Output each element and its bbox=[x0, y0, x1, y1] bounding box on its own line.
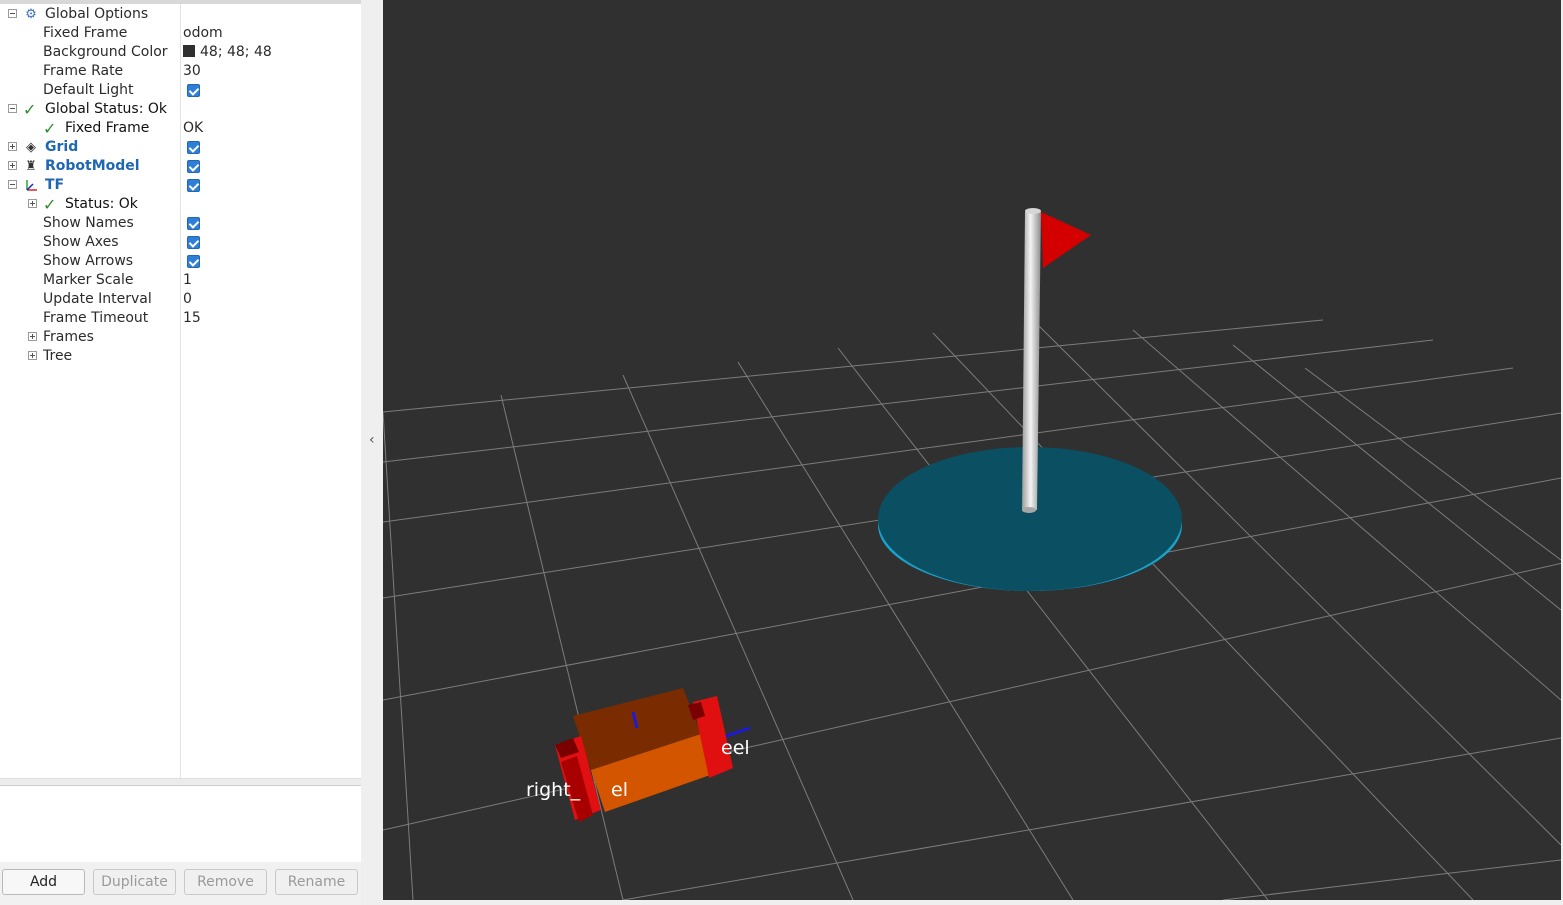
status-fixed-frame-label: Fixed Frame bbox=[65, 120, 150, 136]
displays-panel: ⚙ Global Options Fixed Frame odom Backgr… bbox=[0, 0, 361, 905]
frame-label-right-wheel-tail: el bbox=[611, 779, 628, 801]
background-color-text: 48; 48; 48 bbox=[200, 44, 272, 60]
color-swatch bbox=[183, 45, 195, 57]
tf-enabled-checkbox[interactable] bbox=[187, 179, 200, 192]
update-interval-label: Update Interval bbox=[43, 291, 152, 307]
tree-row-tf-status[interactable]: ✓ Status: Ok bbox=[0, 195, 361, 214]
expand-icon[interactable] bbox=[28, 199, 37, 208]
tree-row-fixed-frame[interactable]: Fixed Frame odom bbox=[0, 24, 361, 43]
frame-timeout-value[interactable]: 15 bbox=[183, 309, 201, 328]
frames-label: Frames bbox=[43, 329, 94, 345]
frame-rate-label: Frame Rate bbox=[43, 63, 124, 79]
tree-row-tf[interactable]: TF bbox=[0, 176, 361, 195]
robot-model-enabled-checkbox[interactable] bbox=[187, 160, 200, 173]
gear-icon: ⚙ bbox=[25, 7, 37, 22]
marker-scale-label: Marker Scale bbox=[43, 272, 134, 288]
add-button[interactable]: Add bbox=[2, 869, 85, 895]
expand-icon[interactable] bbox=[8, 142, 17, 151]
background-color-value[interactable]: 48; 48; 48 bbox=[183, 43, 272, 62]
tree-row-frame-timeout[interactable]: Frame Timeout 15 bbox=[0, 309, 361, 328]
tree-row-show-arrows[interactable]: Show Arrows bbox=[0, 252, 361, 271]
grid-display-label: Grid bbox=[45, 139, 79, 155]
tf-status-label: Status: Ok bbox=[65, 196, 138, 212]
tree-row-background-color[interactable]: Background Color 48; 48; 48 bbox=[0, 43, 361, 62]
robot-model-display-label: RobotModel bbox=[45, 158, 140, 174]
tree-row-marker-scale[interactable]: Marker Scale 1 bbox=[0, 271, 361, 290]
chevron-left-icon[interactable]: ‹ bbox=[369, 432, 375, 448]
vertical-splitter[interactable] bbox=[361, 0, 383, 905]
expand-icon[interactable] bbox=[28, 351, 37, 360]
frame-timeout-label: Frame Timeout bbox=[43, 310, 149, 326]
scene-render bbox=[383, 208, 1561, 900]
grid-lines bbox=[383, 319, 1561, 900]
3d-viewport[interactable]: right_ el eel bbox=[383, 0, 1561, 900]
tree-row-robot-model[interactable]: ♜ RobotModel bbox=[0, 157, 361, 176]
tree-row-global-options[interactable]: ⚙ Global Options bbox=[0, 5, 361, 24]
remove-button[interactable]: Remove bbox=[184, 869, 267, 895]
check-icon: ✓ bbox=[23, 100, 37, 119]
tree-row-show-axes[interactable]: Show Axes bbox=[0, 233, 361, 252]
axes-icon bbox=[23, 176, 39, 195]
background-color-label: Background Color bbox=[43, 44, 168, 60]
tree-row-status-fixed-frame[interactable]: ✓ Fixed Frame OK bbox=[0, 119, 361, 138]
rename-button[interactable]: Rename bbox=[275, 869, 358, 895]
tree-row-show-names[interactable]: Show Names bbox=[0, 214, 361, 233]
check-icon: ✓ bbox=[43, 119, 57, 138]
panel-splitter[interactable] bbox=[0, 778, 361, 786]
collapse-icon[interactable] bbox=[8, 104, 17, 113]
update-interval-value[interactable]: 0 bbox=[183, 290, 192, 309]
show-names-checkbox[interactable] bbox=[187, 217, 200, 230]
show-axes-checkbox[interactable] bbox=[187, 236, 200, 249]
show-names-label: Show Names bbox=[43, 215, 134, 231]
expand-icon[interactable] bbox=[8, 161, 17, 170]
fixed-frame-value[interactable]: odom bbox=[183, 24, 223, 43]
description-area bbox=[0, 786, 361, 862]
tree-row-frames[interactable]: Frames bbox=[0, 328, 361, 347]
frame-label-right-wheel: right_ bbox=[526, 779, 581, 801]
fixed-frame-label: Fixed Frame bbox=[43, 25, 128, 41]
default-light-label: Default Light bbox=[43, 82, 134, 98]
tree-row-grid[interactable]: ◈ Grid bbox=[0, 138, 361, 157]
check-icon: ✓ bbox=[43, 195, 57, 214]
frame-label-left-wheel: eel bbox=[721, 737, 750, 759]
displays-tree: ⚙ Global Options Fixed Frame odom Backgr… bbox=[0, 0, 361, 778]
expand-icon[interactable] bbox=[28, 332, 37, 341]
tree-row-frame-rate[interactable]: Frame Rate 30 bbox=[0, 62, 361, 81]
robot-icon: ♜ bbox=[25, 159, 37, 174]
grid-enabled-checkbox[interactable] bbox=[187, 141, 200, 154]
global-status-label: Global Status: Ok bbox=[45, 101, 168, 117]
tree-row-tree[interactable]: Tree bbox=[0, 347, 361, 366]
global-options-label: Global Options bbox=[45, 6, 149, 22]
tree-row-default-light[interactable]: Default Light bbox=[0, 81, 361, 100]
tree-row-global-status[interactable]: ✓ Global Status: Ok bbox=[0, 100, 361, 119]
tree-row-update-interval[interactable]: Update Interval 0 bbox=[0, 290, 361, 309]
show-arrows-label: Show Arrows bbox=[43, 253, 134, 269]
show-arrows-checkbox[interactable] bbox=[187, 255, 200, 268]
show-axes-label: Show Axes bbox=[43, 234, 119, 250]
grid-icon: ◈ bbox=[26, 140, 36, 155]
status-fixed-frame-value: OK bbox=[183, 120, 204, 136]
marker-scale-value[interactable]: 1 bbox=[183, 271, 192, 290]
default-light-checkbox[interactable] bbox=[187, 84, 200, 97]
tf-display-label: TF bbox=[45, 177, 65, 193]
frame-rate-value[interactable]: 30 bbox=[183, 62, 201, 81]
collapse-icon[interactable] bbox=[8, 9, 17, 18]
collapse-icon[interactable] bbox=[8, 180, 17, 189]
tree-label: Tree bbox=[43, 348, 73, 364]
duplicate-button[interactable]: Duplicate bbox=[93, 869, 176, 895]
